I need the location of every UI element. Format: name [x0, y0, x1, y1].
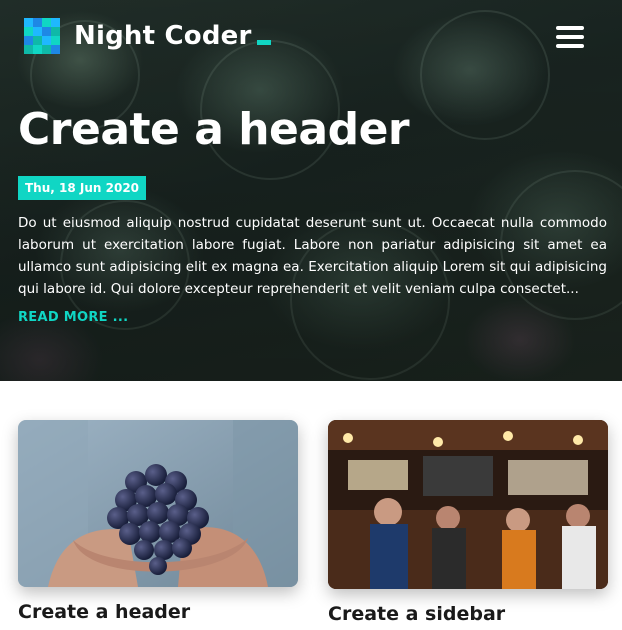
post-grid: Create a header Create a sidebar — [0, 381, 622, 630]
post-card-image[interactable] — [18, 420, 298, 587]
post-card-title[interactable]: Create a header — [18, 599, 298, 625]
post-card-image[interactable] — [328, 420, 608, 589]
post-date-badge: Thu, 18 Jun 2020 — [18, 176, 147, 200]
site-name: Night Coder — [74, 21, 252, 51]
read-more-link[interactable]: READ MORE ... — [18, 310, 128, 325]
post-card[interactable]: Create a header — [18, 420, 298, 625]
featured-post-excerpt: Do ut eiusmod aliquip nostrud cupidatat … — [18, 215, 607, 297]
cursor-underscore-icon — [257, 39, 272, 45]
hamburger-menu-icon[interactable] — [556, 26, 586, 48]
featured-post: Create a header Thu, 18 Jun 2020 Do ut e… — [18, 100, 608, 325]
post-card-title[interactable]: Create a sidebar — [328, 601, 608, 627]
logo-mark-icon — [24, 18, 60, 54]
hero-banner: Night Coder Create a header Thu, 18 Jun … — [0, 0, 622, 381]
featured-post-title[interactable]: Create a header — [18, 100, 608, 160]
site-logo[interactable]: Night Coder — [24, 18, 272, 54]
post-card[interactable]: Create a sidebar — [328, 420, 608, 627]
navbar: Night Coder — [0, 0, 622, 72]
